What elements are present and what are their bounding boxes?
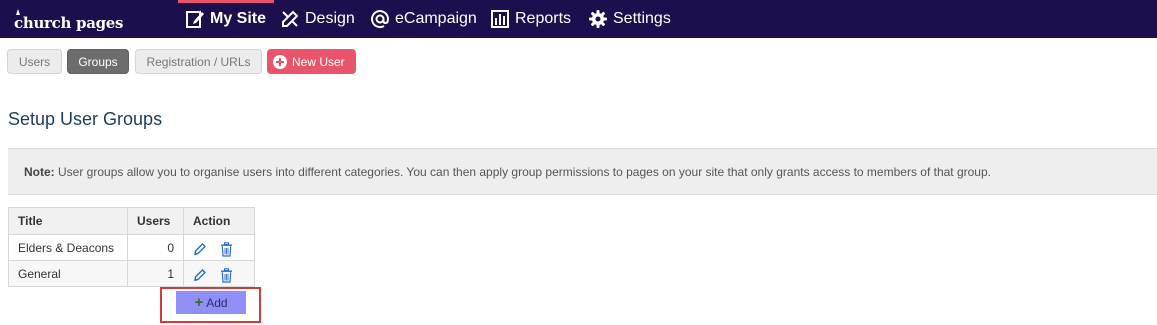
logo-text: church pages (14, 14, 124, 32)
tab-groups[interactable]: Groups (67, 49, 129, 74)
group-users-cell: 1 (127, 260, 184, 287)
top-navigation-bar: church pages My Site Design eCampaign Re… (0, 0, 1157, 38)
plus-circle-icon (273, 54, 287, 69)
group-title-cell: General (8, 260, 128, 287)
note-label: Note: (24, 165, 55, 179)
nav-ecampaign[interactable]: eCampaign (370, 0, 477, 38)
plus-icon: + (194, 294, 204, 311)
tab-registration-urls[interactable]: Registration / URLs (135, 49, 262, 74)
nav-label: Reports (515, 10, 572, 27)
new-user-button[interactable]: New User (267, 49, 356, 74)
table-row: General 1 (8, 260, 255, 287)
column-header-title[interactable]: Title (8, 207, 128, 235)
edit-pencil-icon[interactable] (193, 242, 207, 256)
note-text: User groups allow you to organise users … (58, 165, 991, 179)
bar-chart-icon (491, 10, 509, 28)
column-header-users[interactable]: Users (127, 207, 184, 235)
nav-label: Design (305, 10, 355, 27)
pencil-ruler-icon (282, 10, 299, 27)
group-title-cell: Elders & Deacons (8, 234, 128, 261)
note-banner: Note: User groups allow you to organise … (8, 148, 1157, 195)
edit-pencil-icon[interactable] (193, 268, 207, 282)
nav-label: Settings (613, 10, 671, 27)
table-header-row: Title Users Action (8, 207, 255, 235)
gear-icon (589, 10, 607, 28)
edit-page-icon (186, 11, 204, 28)
nav-label: My Site (210, 10, 267, 27)
column-header-action: Action (183, 207, 255, 235)
new-user-label: New User (292, 54, 345, 69)
delete-trash-icon[interactable] (220, 241, 233, 257)
nav-label: eCampaign (395, 10, 477, 27)
nav-reports[interactable]: Reports (490, 0, 571, 38)
nav-settings[interactable]: Settings (588, 0, 671, 38)
group-action-cell (183, 260, 255, 287)
group-action-cell (183, 234, 255, 261)
group-users-cell: 0 (127, 234, 184, 261)
user-groups-table: Title Users Action Elders & Deacons 0 Ge… (8, 207, 255, 287)
nav-my-site[interactable]: My Site (177, 0, 275, 38)
add-group-button[interactable]: + Add (176, 291, 246, 314)
add-button-label: Add (206, 295, 228, 310)
at-sign-icon (371, 10, 390, 29)
delete-trash-icon[interactable] (220, 267, 233, 283)
table-row: Elders & Deacons 0 (8, 234, 255, 261)
tab-users[interactable]: Users (7, 49, 62, 74)
page-title: Setup User Groups (8, 109, 163, 129)
nav-design[interactable]: Design (280, 0, 355, 38)
